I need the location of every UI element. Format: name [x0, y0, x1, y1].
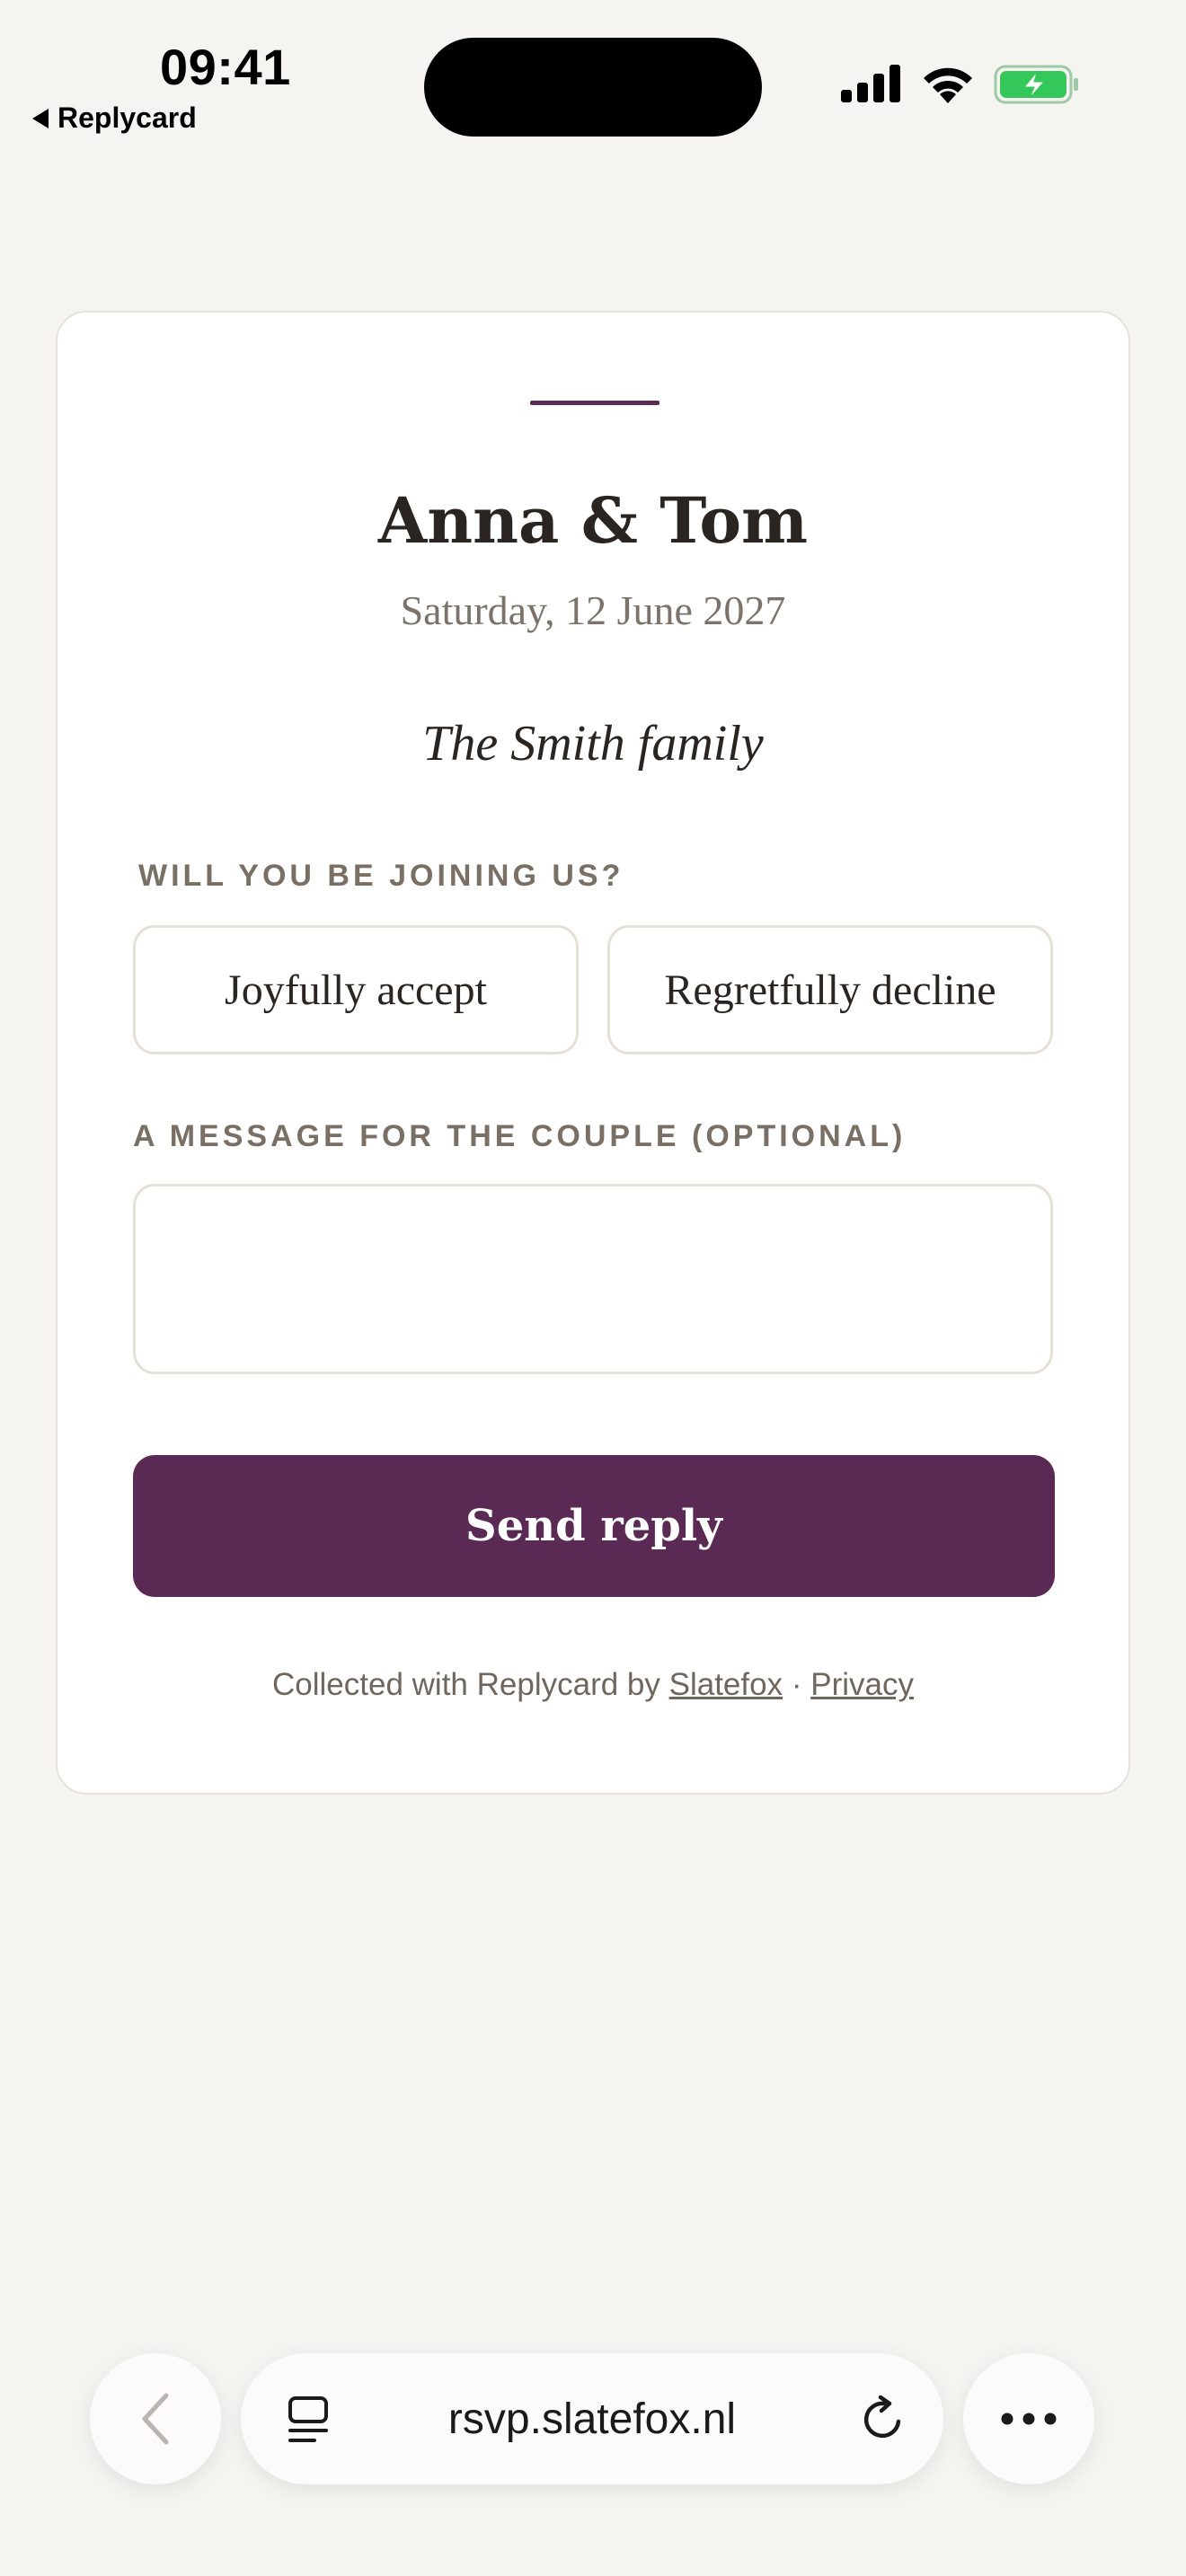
privacy-link[interactable]: Privacy — [810, 1667, 914, 1702]
address-bar[interactable]: rsvp.slatefox.nl — [241, 2353, 943, 2484]
reload-icon[interactable] — [857, 2395, 907, 2445]
wifi-icon — [924, 67, 972, 103]
accent-divider — [530, 401, 659, 405]
event-date: Saturday, 12 June 2027 — [400, 587, 786, 633]
signal-icon — [841, 65, 900, 102]
more-icon — [1001, 2413, 1057, 2425]
message-label: A MESSAGE FOR THE COUPLE (OPTIONAL) — [133, 1119, 907, 1153]
status-icons — [839, 63, 1080, 106]
dynamic-island — [424, 38, 762, 137]
footer-text: Collected with Replycard by — [272, 1667, 660, 1702]
browser-back-button[interactable] — [90, 2353, 221, 2484]
couple-names: Anna & Tom — [377, 483, 809, 558]
battery-charging-icon — [994, 65, 1078, 104]
more-options-button[interactable] — [963, 2353, 1094, 2484]
back-triangle-icon — [32, 108, 49, 128]
chevron-left-icon — [142, 2393, 169, 2445]
message-input[interactable] — [133, 1184, 1053, 1374]
status-time: 09:41 — [160, 39, 291, 95]
footer-separator: · — [791, 1667, 802, 1702]
send-reply-button[interactable]: Send reply — [133, 1455, 1055, 1597]
back-to-app-link[interactable]: Replycard — [32, 101, 197, 135]
slatefox-link[interactable]: Slatefox — [669, 1667, 783, 1702]
footer: Collected with Replycard by Slatefox · P… — [58, 1667, 1128, 1703]
attendance-label: WILL YOU BE JOINING US? — [138, 859, 624, 893]
accept-button[interactable]: Joyfully accept — [133, 925, 579, 1054]
url-text: rsvp.slatefox.nl — [447, 2395, 737, 2443]
back-app-label: Replycard — [58, 101, 197, 134]
rsvp-card: Anna & Tom Saturday, 12 June 2027 The Sm… — [56, 311, 1130, 1795]
screen: 09:41 Replycard Anna & Tom Saturday, 12 … — [0, 0, 1186, 2576]
decline-button[interactable]: Regretfully decline — [607, 925, 1053, 1054]
guest-name: The Smith family — [422, 716, 764, 772]
